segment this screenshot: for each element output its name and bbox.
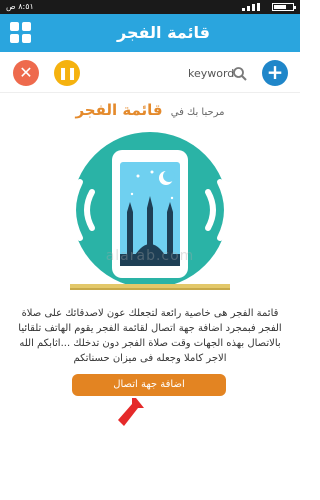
status-bar: ٨:٥١ ص [0, 0, 300, 14]
brand-name: قائمة الفجر [75, 101, 163, 119]
welcome-heading: مرحبا بك في قائمة الفجر [0, 100, 300, 119]
close-icon: ✕ [19, 63, 33, 82]
welcome-text: مرحبا بك في [170, 107, 225, 118]
plus-icon: + [266, 60, 284, 84]
status-icons [180, 2, 300, 12]
phone-mosque-illustration [70, 132, 230, 290]
description-text: قائمة الفجر هى خاصية رائعة لتجعلك عون لا… [18, 308, 282, 364]
pause-button[interactable]: ❚❚ [54, 60, 80, 86]
battery-icon [272, 3, 296, 11]
grid-menu-icon[interactable] [10, 22, 32, 44]
app-bar: قائمة الفجر [0, 14, 300, 52]
add-contact-button[interactable]: اضافة جهة اتصال [72, 374, 226, 396]
search-input[interactable]: keyword [188, 64, 234, 84]
page-title: قائمة الفجر [117, 23, 210, 42]
toolbar: ✕ ❚❚ keyword + [0, 52, 300, 93]
status-time: ٨:٥١ ص [6, 2, 34, 11]
close-button[interactable]: ✕ [13, 60, 39, 86]
signal-icon [242, 3, 260, 11]
search-icon[interactable] [232, 66, 248, 82]
add-button[interactable]: + [262, 60, 288, 86]
pause-icon: ❚❚ [57, 66, 77, 80]
watermark: alarab.com [105, 248, 195, 264]
arrow-pointer-icon [118, 398, 144, 426]
